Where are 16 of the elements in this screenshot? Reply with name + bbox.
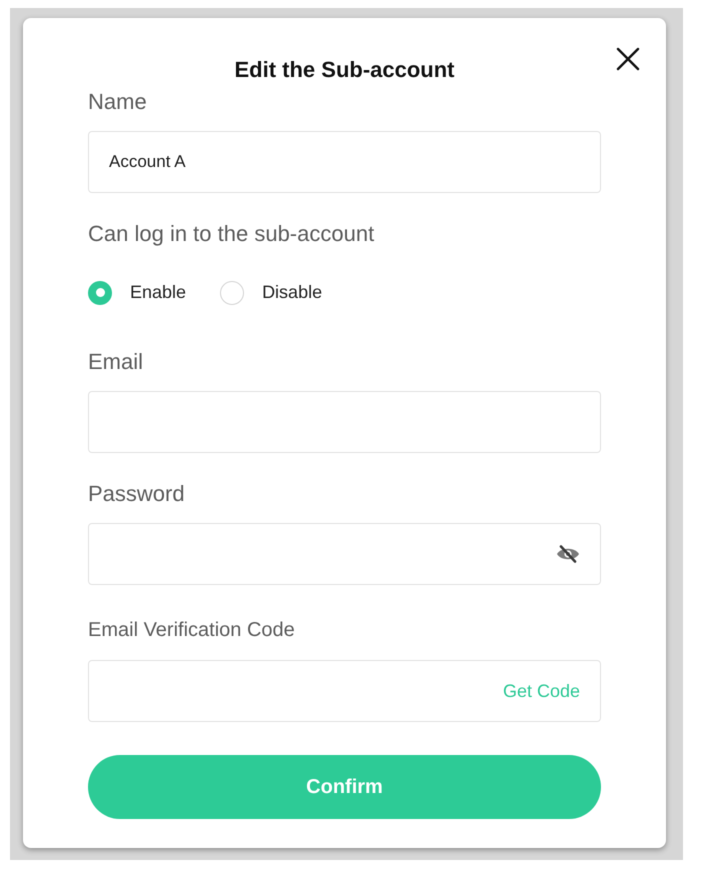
field-label: Can log in to the sub-account xyxy=(88,220,374,248)
text-input[interactable] xyxy=(88,391,601,453)
field-label: Name xyxy=(88,88,147,116)
radio-label[interactable]: Disable xyxy=(262,279,322,306)
password-input[interactable] xyxy=(88,523,601,585)
input-value: Account A xyxy=(109,151,186,174)
eye-slash-icon[interactable] xyxy=(556,545,580,563)
radio-selected-icon[interactable] xyxy=(88,280,112,304)
close-icon[interactable] xyxy=(616,47,640,71)
radio-label[interactable]: Enable xyxy=(130,279,186,306)
text-input[interactable]: Account A xyxy=(88,131,601,193)
field-label: Email xyxy=(88,348,144,376)
field-label: Password xyxy=(88,480,185,508)
dialog-title: Edit the Sub-account xyxy=(234,56,454,84)
radio-icon[interactable] xyxy=(220,280,244,304)
field-label: Email Verification Code xyxy=(88,618,295,643)
